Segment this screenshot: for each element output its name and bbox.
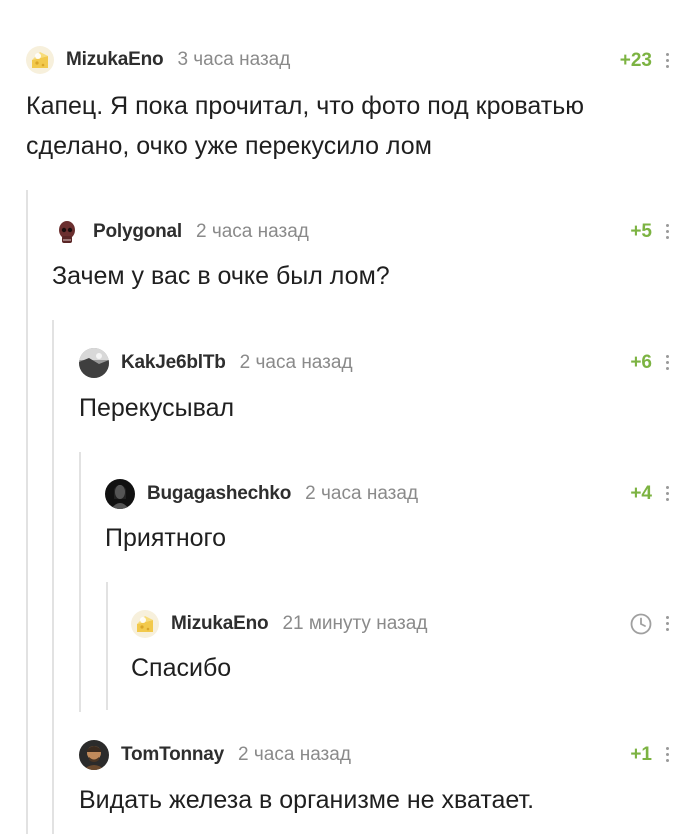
timestamp[interactable]: 21 минуту назад [282, 613, 427, 635]
avatar[interactable] [131, 610, 159, 638]
username[interactable]: MizukaEno [66, 49, 164, 71]
username[interactable]: KakJe6blTb [121, 352, 226, 374]
thread-line-level-3[interactable] [79, 452, 81, 712]
username[interactable]: TomTonnay [121, 744, 224, 766]
thread-line-level-1[interactable] [26, 190, 28, 834]
more-options-icon[interactable] [664, 614, 672, 634]
comment-header: MizukaEno 3 часа назад [26, 46, 290, 74]
comment-text: Видать железа в организме не хватает. [79, 786, 535, 814]
comment-header: KakJe6blTb 2 часа назад [79, 348, 353, 378]
timestamp[interactable]: 2 часа назад [240, 352, 353, 374]
more-options-icon[interactable] [664, 222, 672, 242]
more-options-icon[interactable] [664, 51, 672, 71]
cheese-cat-avatar-icon [26, 46, 54, 74]
timestamp[interactable]: 2 часа назад [196, 221, 309, 243]
thread-line-level-4[interactable] [106, 582, 108, 710]
photo-avatar-icon [79, 348, 109, 378]
comment-rating: +5 [630, 221, 652, 242]
comment-header: TomTonnay 2 часа назад [79, 740, 351, 770]
comment-text: Зачем у вас в очке был лом? [52, 262, 390, 290]
comment-rating: +6 [630, 352, 652, 373]
comment-header: Polygonal 2 часа назад [53, 218, 309, 246]
dark-portrait-avatar-icon [105, 479, 135, 509]
timestamp[interactable]: 2 часа назад [238, 744, 351, 766]
thread-line-level-2[interactable] [52, 320, 54, 834]
comment-text: Приятного [105, 524, 227, 552]
username[interactable]: MizukaEno [171, 613, 269, 635]
man-portrait-avatar-icon [79, 740, 109, 770]
comment-rating: +23 [619, 50, 652, 71]
comment-header: Bugagashechko 2 часа назад [105, 479, 418, 509]
avatar[interactable] [105, 479, 135, 509]
more-options-icon[interactable] [664, 484, 672, 504]
cheese-cat-avatar-icon [131, 610, 159, 638]
comment-text: Спасибо [131, 654, 232, 682]
more-options-icon[interactable] [664, 745, 672, 765]
comment-header: MizukaEno 21 минуту назад [131, 610, 427, 638]
avatar[interactable] [79, 348, 109, 378]
username[interactable]: Bugagashechko [147, 483, 291, 505]
skull-avatar-icon [53, 218, 81, 246]
avatar[interactable] [79, 740, 109, 770]
timestamp[interactable]: 2 часа назад [305, 483, 418, 505]
avatar[interactable] [53, 218, 81, 246]
comment-rating: +1 [630, 744, 652, 765]
clock-icon [630, 613, 652, 635]
comment-text: Перекусывал [79, 394, 235, 422]
timestamp[interactable]: 3 часа назад [177, 49, 290, 71]
username[interactable]: Polygonal [93, 221, 182, 243]
comment-rating: +4 [630, 483, 652, 504]
comment-text: Капец. Я пока прочитал, что фото под кро… [26, 92, 584, 160]
more-options-icon[interactable] [664, 353, 672, 373]
avatar[interactable] [26, 46, 54, 74]
